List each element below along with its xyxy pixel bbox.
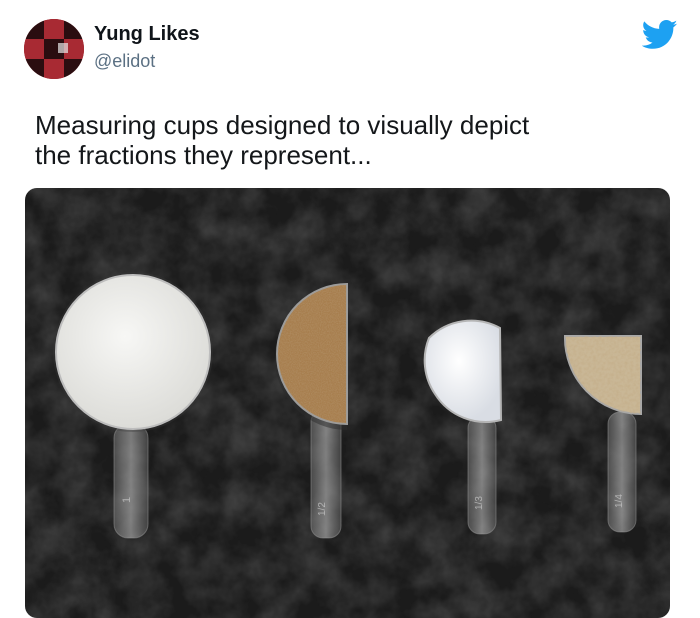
tweet-card: Yung Likes @elidot Measuring cups design…: [0, 0, 700, 618]
twitter-bird-icon[interactable]: [641, 20, 678, 50]
cup-half-label: 1/2: [317, 502, 328, 516]
cup-quarter-label: 1/4: [614, 494, 625, 508]
avatar-image: [24, 19, 84, 79]
measuring-cups-photo: 1 1/2 1/3 1/4: [25, 188, 670, 618]
tweet-photo[interactable]: 1 1/2 1/3 1/4: [25, 188, 670, 618]
author-handle[interactable]: @elidot: [94, 51, 155, 72]
tweet-text: Measuring cups designed to visually depi…: [35, 110, 655, 170]
avatar[interactable]: [24, 19, 84, 79]
cup-third-label: 1/3: [474, 496, 485, 510]
cup-1-label: 1: [121, 497, 133, 503]
tweet-text-line: Measuring cups designed to visually depi…: [35, 110, 530, 140]
tweet-text-line: the fractions they represent...: [35, 140, 372, 170]
author-display-name[interactable]: Yung Likes: [94, 23, 200, 46]
